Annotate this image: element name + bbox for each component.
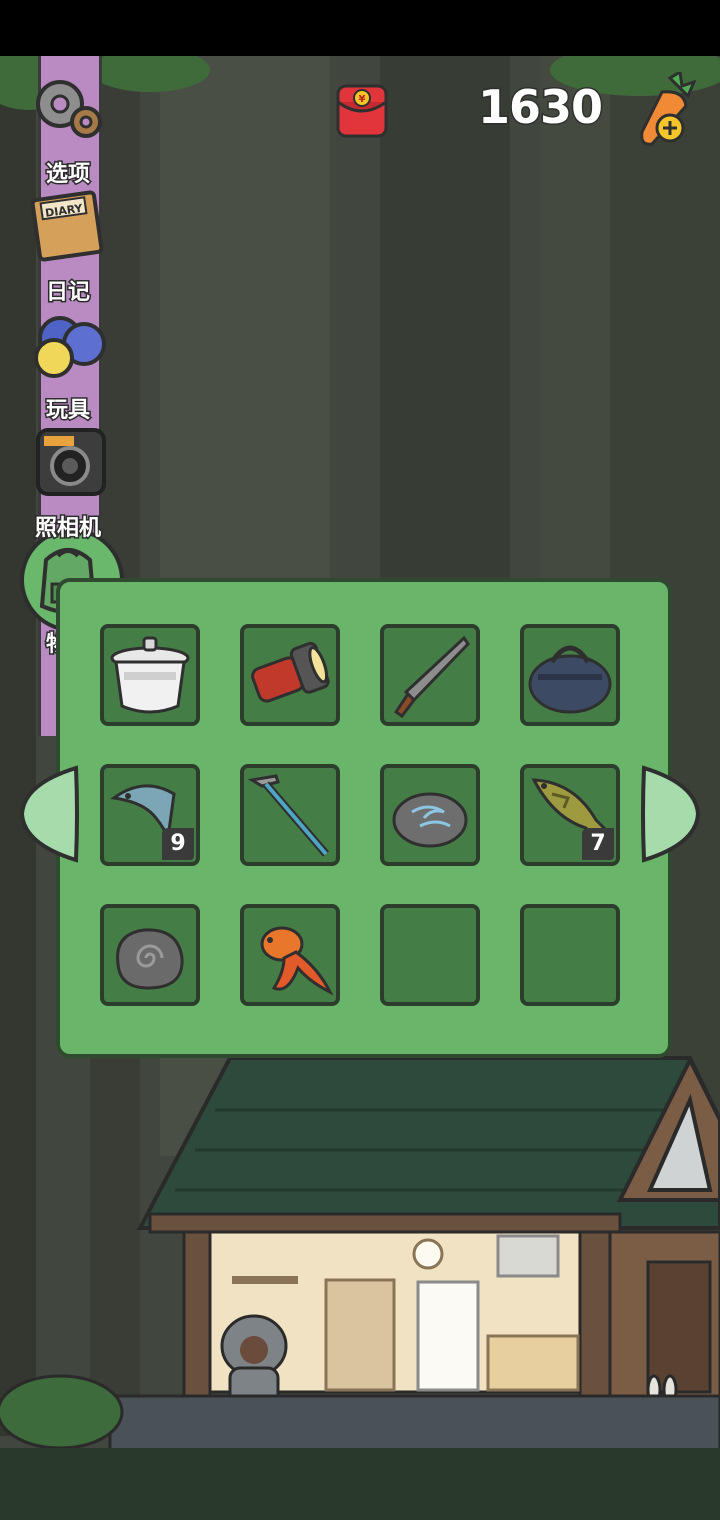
inventory-slot-empty[interactable] (380, 904, 480, 1006)
locked-door (324, 1278, 396, 1392)
inventory-slot[interactable] (100, 904, 200, 1006)
menu-options-label: 选项 (44, 161, 91, 189)
house-roof (136, 1056, 720, 1230)
item-quantity: 7 (582, 828, 614, 860)
inventory-slot[interactable] (380, 624, 480, 726)
trekking-pole-icon (247, 774, 330, 857)
house-pillar (578, 1230, 612, 1400)
inventory-slot[interactable]: 7 (520, 764, 620, 866)
toy-balls-icon (34, 316, 106, 378)
diary-icon: DIARY (30, 190, 104, 262)
red-envelope-icon[interactable]: ¥ (332, 82, 392, 140)
inventory-slot[interactable] (380, 764, 480, 866)
goldfish-icon (260, 926, 334, 996)
roof-beam (148, 1212, 622, 1234)
carrot-add-icon[interactable] (630, 72, 702, 152)
flashlight-icon (251, 641, 330, 703)
stone-foundation (108, 1394, 720, 1454)
gear-icon (36, 80, 102, 138)
next-page-arrow-icon[interactable] (640, 764, 700, 864)
spiral-stone-icon (116, 928, 184, 990)
inventory-slot[interactable] (100, 624, 200, 726)
menu-diary-label: 日记 (44, 279, 91, 307)
inventory-slot[interactable]: 9 (100, 764, 200, 866)
wall-plate (412, 1238, 444, 1270)
wind-stone-icon (392, 792, 468, 848)
menu-camera-label: 照相机 (33, 515, 102, 543)
inventory-panel: 9 7 (56, 578, 672, 1058)
inventory-slot[interactable] (240, 904, 340, 1006)
kitchen-counter (486, 1334, 580, 1392)
duffel-bag-icon (528, 645, 612, 714)
machete-icon (393, 635, 470, 719)
bush (0, 1374, 124, 1450)
range-hood (496, 1234, 560, 1278)
fridge (416, 1280, 480, 1392)
carrot-count: 1630 (476, 79, 604, 136)
inventory-slot-empty[interactable] (520, 904, 620, 1006)
house-pillar (182, 1230, 212, 1400)
cooking-pot-icon (110, 636, 190, 714)
previous-page-arrow-icon[interactable] (20, 764, 80, 864)
inventory-slot[interactable] (240, 764, 340, 866)
menu-toys-label: 玩具 (44, 397, 91, 425)
inventory-slot[interactable] (520, 624, 620, 726)
ground (0, 1448, 720, 1520)
shelf (232, 1276, 298, 1284)
svg-text:¥: ¥ (359, 94, 366, 105)
status-bar (0, 0, 720, 56)
inventory-slot[interactable] (240, 624, 340, 726)
side-door (646, 1260, 712, 1394)
item-quantity: 9 (162, 828, 194, 860)
camera-icon (36, 428, 106, 496)
